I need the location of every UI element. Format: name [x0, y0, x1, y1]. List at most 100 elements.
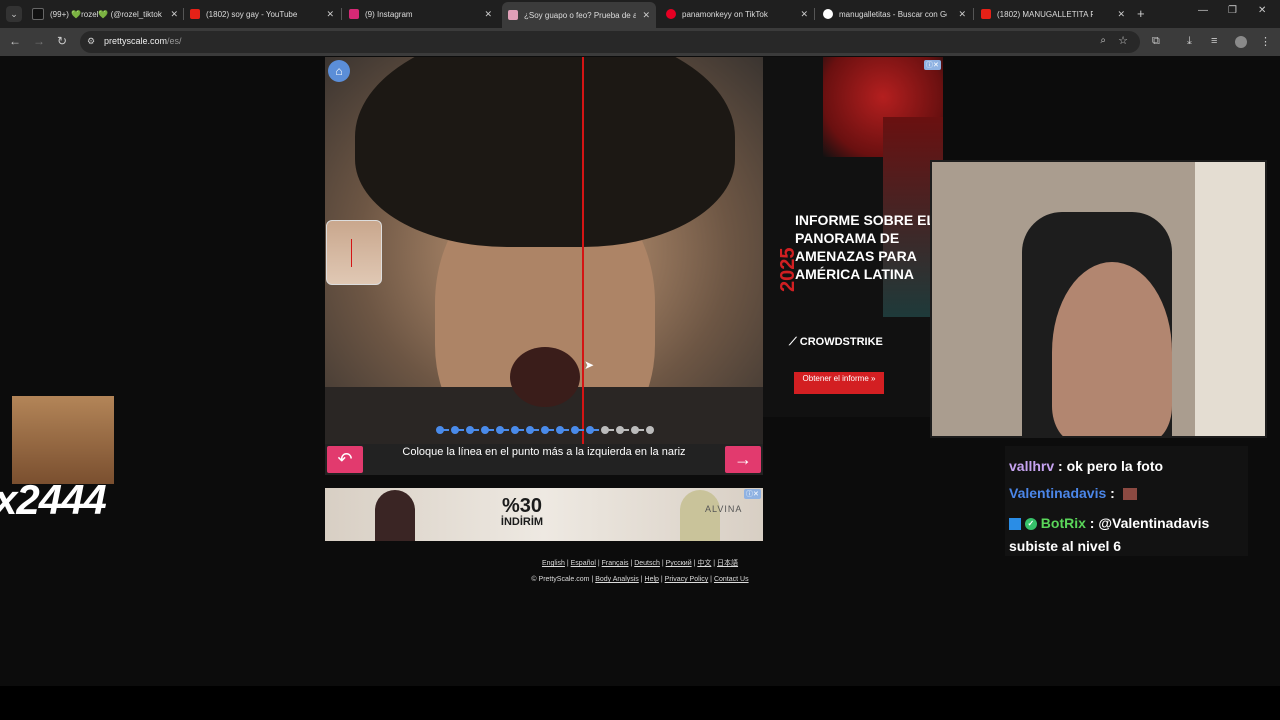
ad-promo: %30 İNDİRİM [482, 496, 562, 528]
footer-link-contact[interactable]: Contact Us [714, 576, 749, 583]
ad-percent: %30 [501, 495, 543, 517]
progress-dot [614, 424, 629, 436]
falcon-icon: ⟋ [789, 336, 797, 348]
footer-link-help[interactable]: Help [645, 576, 659, 583]
lang-japanese[interactable]: 日本語 [717, 560, 738, 567]
home-icon[interactable]: ⌂ [328, 60, 350, 82]
progress-dots [434, 424, 656, 436]
pinterest-icon [666, 9, 676, 19]
lang-russian[interactable]: Русский [666, 560, 692, 567]
tab-youtube-soy-gay[interactable]: (1802) soy gay - YouTube ✕ [190, 4, 334, 24]
vertical-guide-line[interactable] [582, 57, 584, 475]
progress-dot [644, 424, 656, 436]
tiktok-icon [32, 8, 44, 20]
shelf-shape [1195, 162, 1265, 436]
youtube-icon [981, 9, 991, 19]
profile-avatar[interactable] [1235, 36, 1247, 48]
browser-toolbar: ← → ↻ ⚙ prettyscale.com/es/ ⌕ ☆ ⧉ ⤓ ≡ ⋮ [0, 28, 1280, 56]
lang-english[interactable]: English [542, 560, 565, 567]
tab-tiktok-rozel[interactable]: (99+) 💚rozel💚 (@rozel_tiktok ✕ [32, 4, 178, 24]
back-button[interactable]: ↶ [327, 446, 363, 473]
tab-instagram[interactable]: (9) Instagram ✕ [349, 4, 492, 24]
face-photo[interactable] [325, 57, 763, 444]
progress-dot [509, 424, 524, 436]
youtube-icon [190, 9, 200, 19]
window-close-icon[interactable]: ✕ [1258, 5, 1266, 16]
back-icon[interactable]: ← [9, 34, 21, 48]
close-icon[interactable]: ✕ [170, 9, 178, 20]
ad-choices-icon[interactable]: ⓘ✕ [744, 489, 761, 499]
google-icon [823, 9, 833, 19]
tab-youtube-manugalletita[interactable]: (1802) MANUGALLETITA FACE ✕ [981, 4, 1125, 24]
address-bar[interactable]: ⚙ prettyscale.com/es/ ⌕ ☆ [80, 31, 1140, 53]
new-tab-icon[interactable]: + [1137, 6, 1145, 21]
copyright: © PrettyScale.com [531, 576, 590, 583]
minimize-icon[interactable]: — [1198, 5, 1208, 16]
thumbnail-guide-line [351, 239, 352, 267]
close-icon[interactable]: ✕ [484, 9, 492, 20]
screen-bottom-bar [0, 686, 1280, 720]
progress-dot [554, 424, 569, 436]
close-icon[interactable]: ✕ [326, 9, 334, 20]
lang-chinese[interactable]: 中文 [697, 560, 711, 567]
next-button[interactable]: → [725, 446, 761, 473]
verified-check-icon: ✓ [1024, 518, 1037, 531]
combo-counter: x2444 [0, 476, 107, 523]
crowdstrike-ad[interactable]: 2025 INFORME SOBRE EL PANORAMA DE AMENAZ… [763, 57, 943, 417]
forward-icon[interactable]: → [33, 34, 45, 48]
chat-username: Valentinadavis [1009, 485, 1107, 501]
streamer-webcam [930, 160, 1267, 438]
ad-brand: ⟋ CROWDSTRIKE [789, 336, 883, 348]
chat-message: Valentinadavis : [1009, 485, 1137, 501]
media-control-icon[interactable]: ≡ [1211, 35, 1217, 47]
laughing-meme-image [12, 396, 114, 484]
url-host: prettyscale.com [104, 36, 168, 46]
instruction-text: Coloque la línea en el punto más a la iz… [402, 446, 686, 458]
chat-message: vallhrv : ok pero la foto [1009, 458, 1163, 474]
prettyscale-icon [508, 10, 518, 20]
tab-pinterest-panamonkeyy[interactable]: panamonkeyy on TikTok ✕ [666, 4, 808, 24]
tab-google-search[interactable]: manugalletitas - Buscar con Go ✕ [823, 4, 966, 24]
lang-espanol[interactable]: Español [571, 560, 596, 567]
model-figure [680, 490, 720, 541]
ad-logo: ALVINA [705, 504, 743, 514]
menu-icon[interactable]: ⋮ [1260, 35, 1271, 48]
ad-cta-button[interactable]: Obtener el informe » [794, 372, 884, 394]
mouse-cursor-icon: ➤ [584, 358, 595, 372]
site-info-icon[interactable]: ⚙ [87, 36, 95, 47]
bookmark-star-icon[interactable]: ☆ [1118, 34, 1128, 47]
footer-link-privacy[interactable]: Privacy Policy [665, 576, 709, 583]
chat-username: BotRix [1040, 515, 1086, 531]
footer-link-body-analysis[interactable]: Body Analysis [595, 576, 639, 583]
tab-search-icon[interactable]: ⌄ [6, 6, 22, 22]
lang-deutsch[interactable]: Deutsch [634, 560, 660, 567]
close-icon[interactable]: ✕ [642, 10, 650, 21]
chat-text: : [1110, 485, 1115, 501]
progress-dot [464, 424, 479, 436]
restore-icon[interactable]: ❐ [1228, 5, 1237, 16]
instagram-icon [349, 9, 359, 19]
progress-dot [449, 424, 464, 436]
close-icon[interactable]: ✕ [800, 9, 808, 20]
emote-icon [1122, 488, 1137, 501]
lang-francais[interactable]: Français [602, 560, 629, 567]
footer-links: © PrettyScale.com | Body Analysis | Help… [531, 576, 749, 583]
ad-discount: İNDİRİM [500, 516, 544, 528]
extensions-icon[interactable]: ⧉ [1152, 35, 1160, 48]
close-icon[interactable]: ✕ [958, 9, 966, 20]
bot-badge-icon [1009, 518, 1021, 531]
download-icon[interactable]: ⤓ [1187, 35, 1192, 48]
progress-dot [479, 424, 494, 436]
ad-choices-icon[interactable]: ⓘ✕ [924, 60, 941, 70]
alvina-ad[interactable]: %30 İNDİRİM ALVINA [325, 488, 763, 541]
tab-prettyscale[interactable]: ¿Soy guapo o feo? Prueba de a ✕ [502, 2, 656, 28]
mouth-shape [510, 347, 580, 407]
progress-dot [584, 424, 599, 436]
hair-shape [355, 57, 735, 247]
progress-dot [539, 424, 554, 436]
reload-icon[interactable]: ↻ [57, 34, 67, 48]
close-icon[interactable]: ✕ [1117, 9, 1125, 20]
chat-username: vallhrv [1009, 458, 1055, 474]
progress-dot [524, 424, 539, 436]
zoom-icon[interactable]: ⌕ [1100, 35, 1106, 46]
